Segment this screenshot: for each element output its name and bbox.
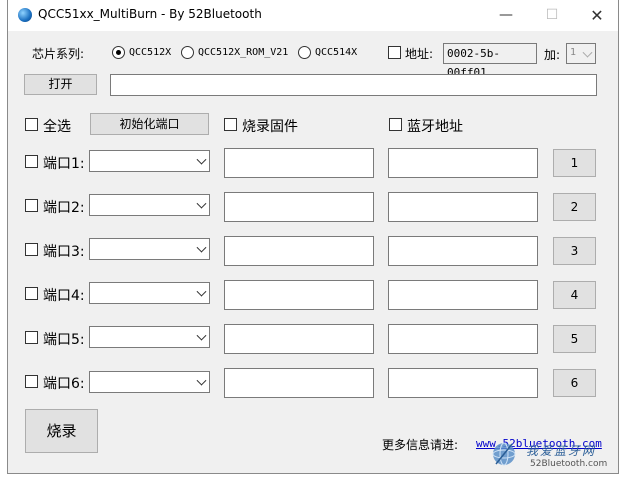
port-6-select[interactable] xyxy=(89,371,210,393)
app-icon xyxy=(18,8,32,22)
burn-firmware-label: 烧录固件 xyxy=(242,119,298,135)
watermark-title: 我爱蓝牙网 xyxy=(526,444,597,458)
chevron-down-icon xyxy=(196,198,207,209)
port-3-checkbox[interactable] xyxy=(25,243,38,256)
burn-button[interactable]: 烧录 xyxy=(25,409,98,453)
port-1-label: 端口1: xyxy=(43,156,85,172)
port-2-button[interactable]: 2 xyxy=(553,193,596,221)
port-5-button[interactable]: 5 xyxy=(553,325,596,353)
port-2-bt-address-field[interactable] xyxy=(388,192,538,222)
port-3-label: 端口3: xyxy=(43,244,85,260)
address-checkbox[interactable] xyxy=(388,46,401,59)
port-6-label: 端口6: xyxy=(43,376,85,392)
title-bar: QCC51xx_MultiBurn - By 52Bluetooth — ☐ ✕ xyxy=(7,0,619,31)
port-1-firmware-field[interactable] xyxy=(224,148,374,178)
burn-firmware-checkbox[interactable] xyxy=(224,118,237,131)
watermark-domain: 52Bluetooth.com xyxy=(530,459,608,469)
chevron-down-icon xyxy=(196,375,207,386)
open-button[interactable]: 打开 xyxy=(24,74,97,95)
port-4-button[interactable]: 4 xyxy=(553,281,596,309)
port-6-bt-address-field[interactable] xyxy=(388,368,538,398)
port-2-firmware-field[interactable] xyxy=(224,192,374,222)
chevron-down-icon xyxy=(196,242,207,253)
port-3-bt-address-field[interactable] xyxy=(388,236,538,266)
add-increment-select[interactable]: 1 xyxy=(566,43,596,64)
address-label: 地址: xyxy=(405,47,434,61)
chip-series-label: 芯片系列: xyxy=(32,47,85,61)
select-all-label: 全选 xyxy=(43,119,71,135)
port-5-select[interactable] xyxy=(89,326,210,348)
chevron-down-icon xyxy=(196,286,207,297)
chevron-down-icon xyxy=(196,330,207,341)
port-4-firmware-field[interactable] xyxy=(224,280,374,310)
port-2-label: 端口2: xyxy=(43,200,85,216)
radio-qcc512x[interactable] xyxy=(112,46,125,59)
port-5-firmware-field[interactable] xyxy=(224,324,374,354)
radio-qcc514x-label: QCC514X xyxy=(315,47,358,58)
minimize-icon[interactable]: — xyxy=(483,0,529,31)
add-label: 加: xyxy=(544,48,561,62)
port-2-select[interactable] xyxy=(89,194,210,216)
port-4-label: 端口4: xyxy=(43,288,85,304)
watermark-logo: 我爱蓝牙网 52Bluetooth.com xyxy=(490,438,615,472)
radio-qcc514x[interactable] xyxy=(298,46,311,59)
port-5-checkbox[interactable] xyxy=(25,331,38,344)
port-2-checkbox[interactable] xyxy=(25,199,38,212)
bt-address-label: 蓝牙地址 xyxy=(407,119,463,135)
radio-qcc512x-label: QCC512X xyxy=(129,47,172,58)
port-1-button[interactable]: 1 xyxy=(553,149,596,177)
close-icon[interactable]: ✕ xyxy=(574,0,620,31)
port-6-button[interactable]: 6 xyxy=(553,369,596,397)
port-6-firmware-field[interactable] xyxy=(224,368,374,398)
bt-address-checkbox[interactable] xyxy=(389,118,402,131)
port-3-firmware-field[interactable] xyxy=(224,236,374,266)
radio-qcc512x-rom-v21-label: QCC512X_ROM_V21 xyxy=(198,47,289,58)
maximize-icon[interactable]: ☐ xyxy=(529,0,575,31)
port-5-label: 端口5: xyxy=(43,332,85,348)
chevron-down-icon xyxy=(196,154,207,165)
port-1-checkbox[interactable] xyxy=(25,155,38,168)
more-info-label: 更多信息请进: xyxy=(382,438,459,452)
port-5-bt-address-field[interactable] xyxy=(388,324,538,354)
address-field[interactable]: 0002-5b-00ff01 xyxy=(443,43,537,79)
port-1-select[interactable] xyxy=(89,150,210,172)
port-4-bt-address-field[interactable] xyxy=(388,280,538,310)
chevron-down-icon xyxy=(582,47,593,58)
file-path-field[interactable] xyxy=(110,74,597,96)
radio-qcc512x-rom-v21[interactable] xyxy=(181,46,194,59)
init-ports-button[interactable]: 初始化端口 xyxy=(90,113,209,135)
add-increment-value: 1 xyxy=(570,47,577,58)
port-1-bt-address-field[interactable] xyxy=(388,148,538,178)
port-4-select[interactable] xyxy=(89,282,210,304)
port-3-button[interactable]: 3 xyxy=(553,237,596,265)
port-3-select[interactable] xyxy=(89,238,210,260)
window-title: QCC51xx_MultiBurn - By 52Bluetooth xyxy=(38,7,262,21)
port-6-checkbox[interactable] xyxy=(25,375,38,388)
port-4-checkbox[interactable] xyxy=(25,287,38,300)
select-all-checkbox[interactable] xyxy=(25,118,38,131)
